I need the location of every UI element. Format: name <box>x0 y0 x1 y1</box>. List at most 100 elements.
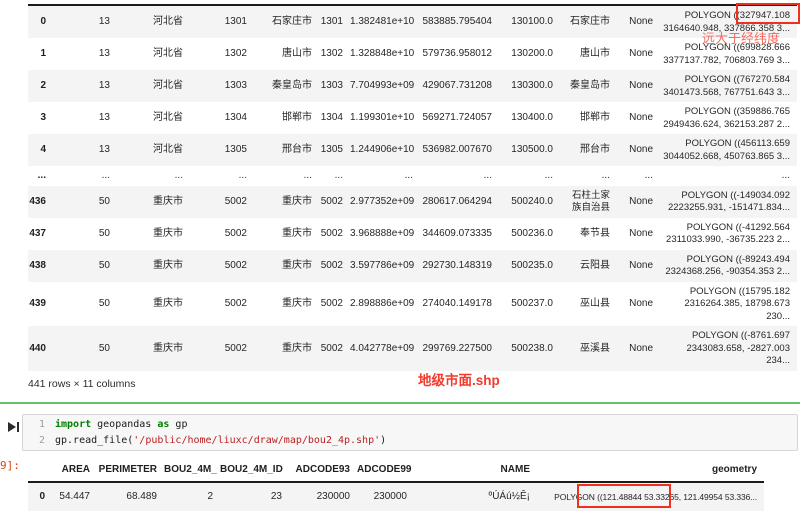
row-index: 2 <box>28 70 53 102</box>
code-token: geopandas <box>91 419 157 430</box>
code-token: gp <box>169 419 187 430</box>
run-to-bar-icon-svg <box>8 421 20 433</box>
table-row: 413河北省1305邢台市13051.244906e+10536982.0076… <box>28 134 797 166</box>
table-cell: None <box>617 70 660 102</box>
table-cell: 重庆市 <box>254 282 319 327</box>
table-cell: None <box>617 186 660 218</box>
table-row: 213河北省1303秦皇岛市13037.704993e+09429067.731… <box>28 70 797 102</box>
table-cell: 5002 <box>319 282 350 327</box>
table-cell: ... <box>660 166 797 186</box>
table-cell: 5002 <box>190 326 254 371</box>
table-cell: 5002 <box>319 186 350 218</box>
table-cell: None <box>617 326 660 371</box>
table-cell: 292730.148319 <box>420 250 499 282</box>
annotation-much-larger-than-lonlat: 远大于经纬度 <box>702 28 780 47</box>
table-cell: POLYGON ((-8761.697 2343083.658, -2827.0… <box>660 326 797 371</box>
table-cell: 13 <box>53 38 117 70</box>
column-header: PERIMETER <box>97 461 164 482</box>
table-cell: 7.704993e+09 <box>350 70 420 102</box>
column-header: BOU2_4M_ <box>164 461 220 482</box>
table-cell: 579736.958012 <box>420 38 499 70</box>
table-cell: 重庆市 <box>254 250 319 282</box>
table-row: 43750重庆市5002重庆市50023.968888e+09344609.07… <box>28 218 797 250</box>
table-cell: 13 <box>53 5 117 38</box>
table-cell: 569271.724057 <box>420 102 499 134</box>
table-cell: None <box>617 102 660 134</box>
table-cell: 河北省 <box>117 5 190 38</box>
table-cell: 石家庄市 <box>254 5 319 38</box>
table-cell: 1305 <box>190 134 254 166</box>
table-cell: 500237.0 <box>499 282 560 327</box>
table-cell: 重庆市 <box>254 326 319 371</box>
table-cell: 1304 <box>190 102 254 134</box>
table-cell: 583885.795404 <box>420 5 499 38</box>
table-cell: 秦皇岛市 <box>254 70 319 102</box>
table-cell: 4.042778e+09 <box>350 326 420 371</box>
table-cell: 1.328848e+10 <box>350 38 420 70</box>
row-index: 0 <box>28 482 52 512</box>
code-token: '/public/home/liuxc/draw/map/bou2_4p.shp… <box>133 435 380 446</box>
table-cell: 重庆市 <box>117 186 190 218</box>
table-cell: ºÚÁú½­Ê¡ <box>414 482 537 512</box>
table-cell: 1.199301e+10 <box>350 102 420 134</box>
table-cell: 50 <box>53 282 117 327</box>
annotation-box-lonlat-coordinate <box>577 484 671 508</box>
table-cell: POLYGON ((-41292.564 2311033.990, -36735… <box>660 218 797 250</box>
cities-dataframe-table: 013河北省1301石家庄市13011.382481e+10583885.795… <box>28 4 797 371</box>
table-row: 44050重庆市5002重庆市50024.042778e+09299769.22… <box>28 326 797 371</box>
table-cell: 13 <box>53 102 117 134</box>
table-cell: ... <box>499 166 560 186</box>
table-cell: 274040.149178 <box>420 282 499 327</box>
table-cell: None <box>617 250 660 282</box>
table-cell: 1302 <box>190 38 254 70</box>
code-editor-cell[interactable]: 1import geopandas as gp2gp.read_file('/p… <box>22 414 798 451</box>
table-cell: 1303 <box>319 70 350 102</box>
table-cell: 500235.0 <box>499 250 560 282</box>
table-cell: 68.489 <box>97 482 164 512</box>
table-cell: 云阳县 <box>560 250 617 282</box>
table-cell: ... <box>53 166 117 186</box>
table-cell: 1303 <box>190 70 254 102</box>
column-header: NAME <box>414 461 537 482</box>
row-index: 438 <box>28 250 53 282</box>
table-cell: 13 <box>53 70 117 102</box>
table-cell: 重庆市 <box>254 218 319 250</box>
table-cell: 唐山市 <box>560 38 617 70</box>
table-cell: 13 <box>53 134 117 166</box>
jupyter-notebook-page: 013河北省1301石家庄市13011.382481e+10583885.795… <box>0 0 800 512</box>
table-cell: 130500.0 <box>499 134 560 166</box>
table-cell: 50 <box>53 218 117 250</box>
line-number: 1 <box>23 417 45 433</box>
table-cell: 5002 <box>190 218 254 250</box>
table-cell: 130200.0 <box>499 38 560 70</box>
table-cell: ... <box>254 166 319 186</box>
table-cell: 秦皇岛市 <box>560 70 617 102</box>
row-index: 436 <box>28 186 53 218</box>
row-index: 437 <box>28 218 53 250</box>
row-index: ... <box>28 166 53 186</box>
table-cell: ... <box>617 166 660 186</box>
table-cell: 299769.227500 <box>420 326 499 371</box>
table-cell: 5002 <box>190 186 254 218</box>
table-cell: POLYGON ((359886.765 2949436.624, 362153… <box>660 102 797 134</box>
table-cell: ... <box>560 166 617 186</box>
table-cell: ... <box>350 166 420 186</box>
table-row: 313河北省1304邯郸市13041.199301e+10569271.7240… <box>28 102 797 134</box>
column-header: BOU2_4M_ID <box>220 461 289 482</box>
code-line[interactable]: 1import geopandas as gp <box>23 417 797 433</box>
table-cell: ... <box>420 166 499 186</box>
selected-cell-top-border <box>0 402 800 404</box>
run-to-bar-icon[interactable] <box>8 420 20 432</box>
table-cell: 邯郸市 <box>560 102 617 134</box>
code-line[interactable]: 2gp.read_file('/public/home/liuxc/draw/m… <box>23 433 797 449</box>
table-cell: 23 <box>220 482 289 512</box>
table-cell: 280617.064294 <box>420 186 499 218</box>
table-cell: 54.447 <box>52 482 97 512</box>
table-row: 43650重庆市5002重庆市50022.977352e+09280617.06… <box>28 186 797 218</box>
table-cell: 唐山市 <box>254 38 319 70</box>
table-cell: None <box>617 282 660 327</box>
table-cell: 536982.007670 <box>420 134 499 166</box>
row-index: 4 <box>28 134 53 166</box>
table-cell: None <box>617 38 660 70</box>
table-cell: 50 <box>53 326 117 371</box>
